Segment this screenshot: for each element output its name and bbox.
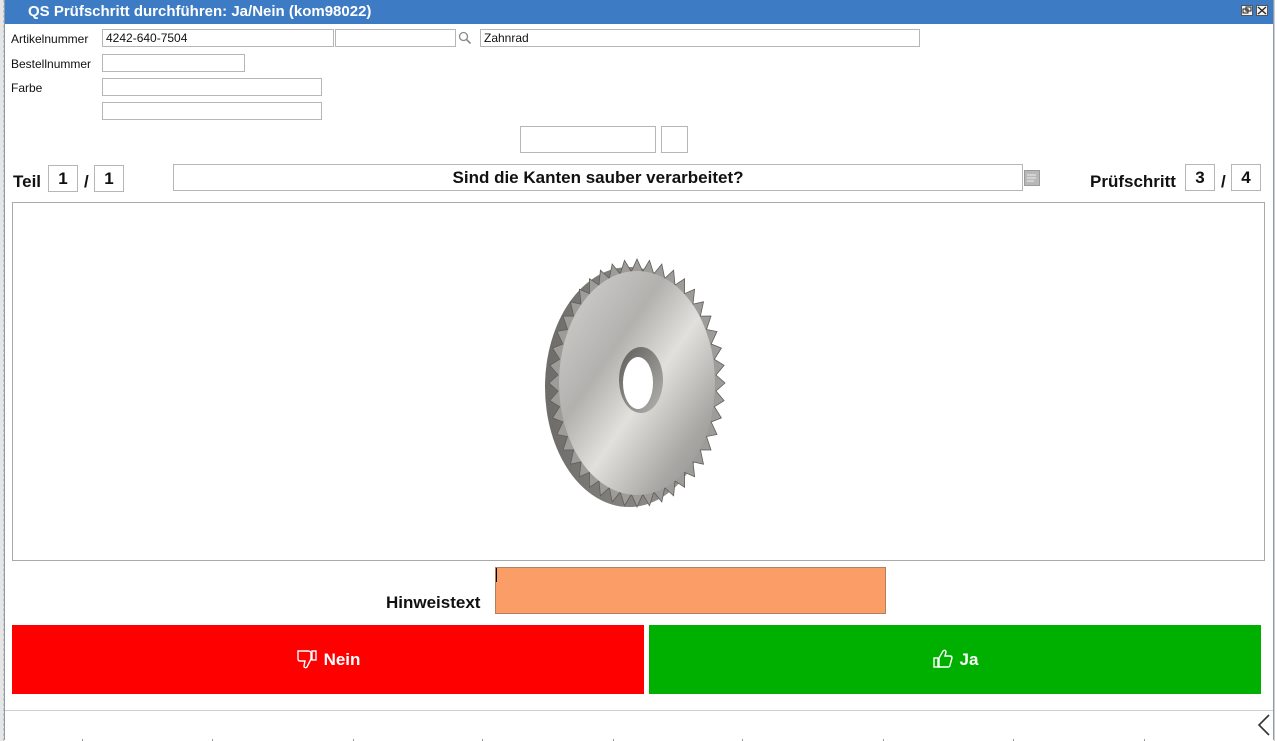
artikelnummer-label: Artikelnummer [11,32,89,46]
part-image-panel [12,202,1265,561]
farbe-label: Farbe [11,81,43,95]
pruefschritt-label: Prüfschritt [1090,172,1176,191]
empty-field[interactable] [520,126,656,153]
bestellnummer-label: Bestellnummer [11,57,92,71]
text-cursor [496,568,497,582]
collapse-button[interactable] [1257,714,1271,741]
pruefschritt-separator: / [1221,172,1226,191]
nein-button[interactable]: Nein [12,625,644,694]
restore-button[interactable] [1241,5,1253,16]
close-icon [1257,6,1267,15]
close-button[interactable] [1256,5,1268,16]
restore-icon [1242,6,1252,14]
hinweistext-input[interactable] [495,567,886,614]
title-bar: QS Prüfschritt durchführen: Ja/Nein (kom… [5,0,1273,24]
ja-button[interactable]: Ja [649,625,1261,694]
thumbs-up-icon [932,648,954,675]
hinweistext-label: Hinweistext [386,593,481,612]
gear-image [545,258,726,508]
pruefschritt-current: 3 [1185,164,1215,191]
search-icon [458,31,472,45]
note-icon [1024,170,1040,186]
note-button[interactable] [1024,170,1040,191]
pruefschritt-total: 4 [1231,164,1261,191]
artikelnummer-extra-input[interactable] [335,29,456,47]
farbe-input[interactable] [102,78,322,96]
search-button[interactable] [458,31,472,50]
window-title: QS Prüfschritt durchführen: Ja/Nein (kom… [28,3,372,20]
teil-total: 1 [94,165,124,192]
thumbs-down-icon [296,648,318,675]
bestellnummer-input[interactable] [102,54,245,72]
teil-separator: / [84,172,89,191]
question-text: Sind die Kanten sauber verarbeitet? [173,164,1023,191]
artikel-bezeichnung-field[interactable]: Zahnrad [480,29,920,47]
nein-label: Nein [323,649,361,669]
artikelnummer-input[interactable]: 4242-640-7504 [102,29,334,47]
empty-checkbox[interactable] [661,126,688,153]
dialog-window: QS Prüfschritt durchführen: Ja/Nein (kom… [4,0,1274,741]
status-bar [5,710,1273,741]
chevron-left-icon [1257,714,1270,736]
teil-current: 1 [48,165,78,192]
ja-label: Ja [959,649,979,669]
teil-label: Teil [13,172,42,191]
farbe-input-2[interactable] [102,102,322,120]
